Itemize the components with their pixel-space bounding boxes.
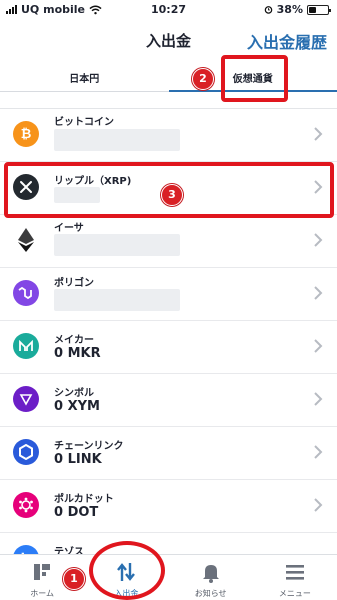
history-link[interactable]: 入出金履歴: [247, 29, 327, 53]
polygon-icon: [13, 280, 39, 306]
menu-icon: [285, 565, 304, 580]
coin-row-chainlink[interactable]: チェーンリンク 0 LINK: [0, 427, 337, 480]
annotation-oval-transfer: [89, 541, 165, 600]
chevron-right-icon: [314, 498, 323, 512]
balance-redacted: [54, 289, 180, 311]
polkadot-icon: [13, 492, 39, 518]
coin-row-ether[interactable]: イーサ: [0, 215, 337, 268]
coin-row-maker[interactable]: メイカー 0 MKR: [0, 321, 337, 374]
coin-balance: 0 DOT: [54, 505, 99, 520]
tab-jpy[interactable]: 日本円: [0, 58, 169, 91]
bottom-nav: ホーム 入出金 お知らせ メニュー: [0, 554, 337, 600]
annotation-box-crypto-tab: [221, 55, 288, 102]
chainlink-icon: [13, 439, 39, 465]
coin-name: ポルカドット: [54, 494, 114, 505]
coin-name: メイカー: [54, 335, 94, 346]
battery-fill: [309, 6, 316, 13]
bell-icon: [202, 565, 219, 583]
coin-row-tezos[interactable]: ꜩ テゾス: [0, 533, 337, 554]
symbol-icon: [13, 386, 39, 412]
battery-percent: 38%: [276, 3, 303, 16]
status-bar: UQ mobile 10:27 38%: [0, 0, 337, 20]
bitcoin-icon: ₿: [13, 121, 39, 147]
coin-row-bitcoin[interactable]: ₿ ビットコイン: [0, 109, 337, 162]
chevron-right-icon: [314, 286, 323, 300]
chevron-right-icon: [314, 392, 323, 406]
chevron-right-icon: [314, 127, 323, 141]
chevron-right-icon: [314, 339, 323, 353]
coin-row-polygon[interactable]: ポリゴン: [0, 268, 337, 321]
chevron-right-icon: [314, 233, 323, 247]
coin-balance: 0 LINK: [54, 452, 102, 467]
coin-name: イーサ: [54, 223, 84, 234]
coin-name: チェーンリンク: [54, 441, 124, 452]
coin-name: ポリゴン: [54, 278, 94, 289]
nav-notice[interactable]: お知らせ: [169, 555, 253, 600]
coin-row-polkadot[interactable]: ポルカドット 0 DOT: [0, 480, 337, 533]
balance-redacted: [54, 234, 180, 256]
home-icon: [34, 564, 51, 580]
maker-icon: [13, 333, 39, 359]
coin-name: ビットコイン: [54, 117, 114, 128]
coin-balance: 0 MKR: [54, 346, 101, 361]
balance-redacted: [54, 129, 180, 151]
nav-menu[interactable]: メニュー: [253, 555, 337, 600]
alarm-icon: [264, 6, 272, 14]
battery-icon: [307, 4, 331, 15]
coin-balance: 0 XYM: [54, 399, 100, 414]
header: 入出金 入出金履歴: [0, 20, 337, 58]
coin-name: テゾス: [54, 547, 84, 554]
nav-label: メニュー: [278, 589, 311, 598]
annotation-marker-2: 2: [192, 68, 214, 90]
annotation-marker-1: 1: [63, 568, 85, 590]
status-right: 38%: [264, 3, 331, 16]
annotation-marker-3: 3: [161, 184, 183, 206]
tezos-icon: ꜩ: [13, 545, 39, 554]
chevron-right-icon: [314, 445, 323, 459]
coin-row-symbol[interactable]: シンボル 0 XYM: [0, 374, 337, 427]
ethereum-icon: [13, 227, 39, 253]
coin-name: シンボル: [54, 388, 94, 399]
nav-label: お知らせ: [194, 589, 227, 598]
